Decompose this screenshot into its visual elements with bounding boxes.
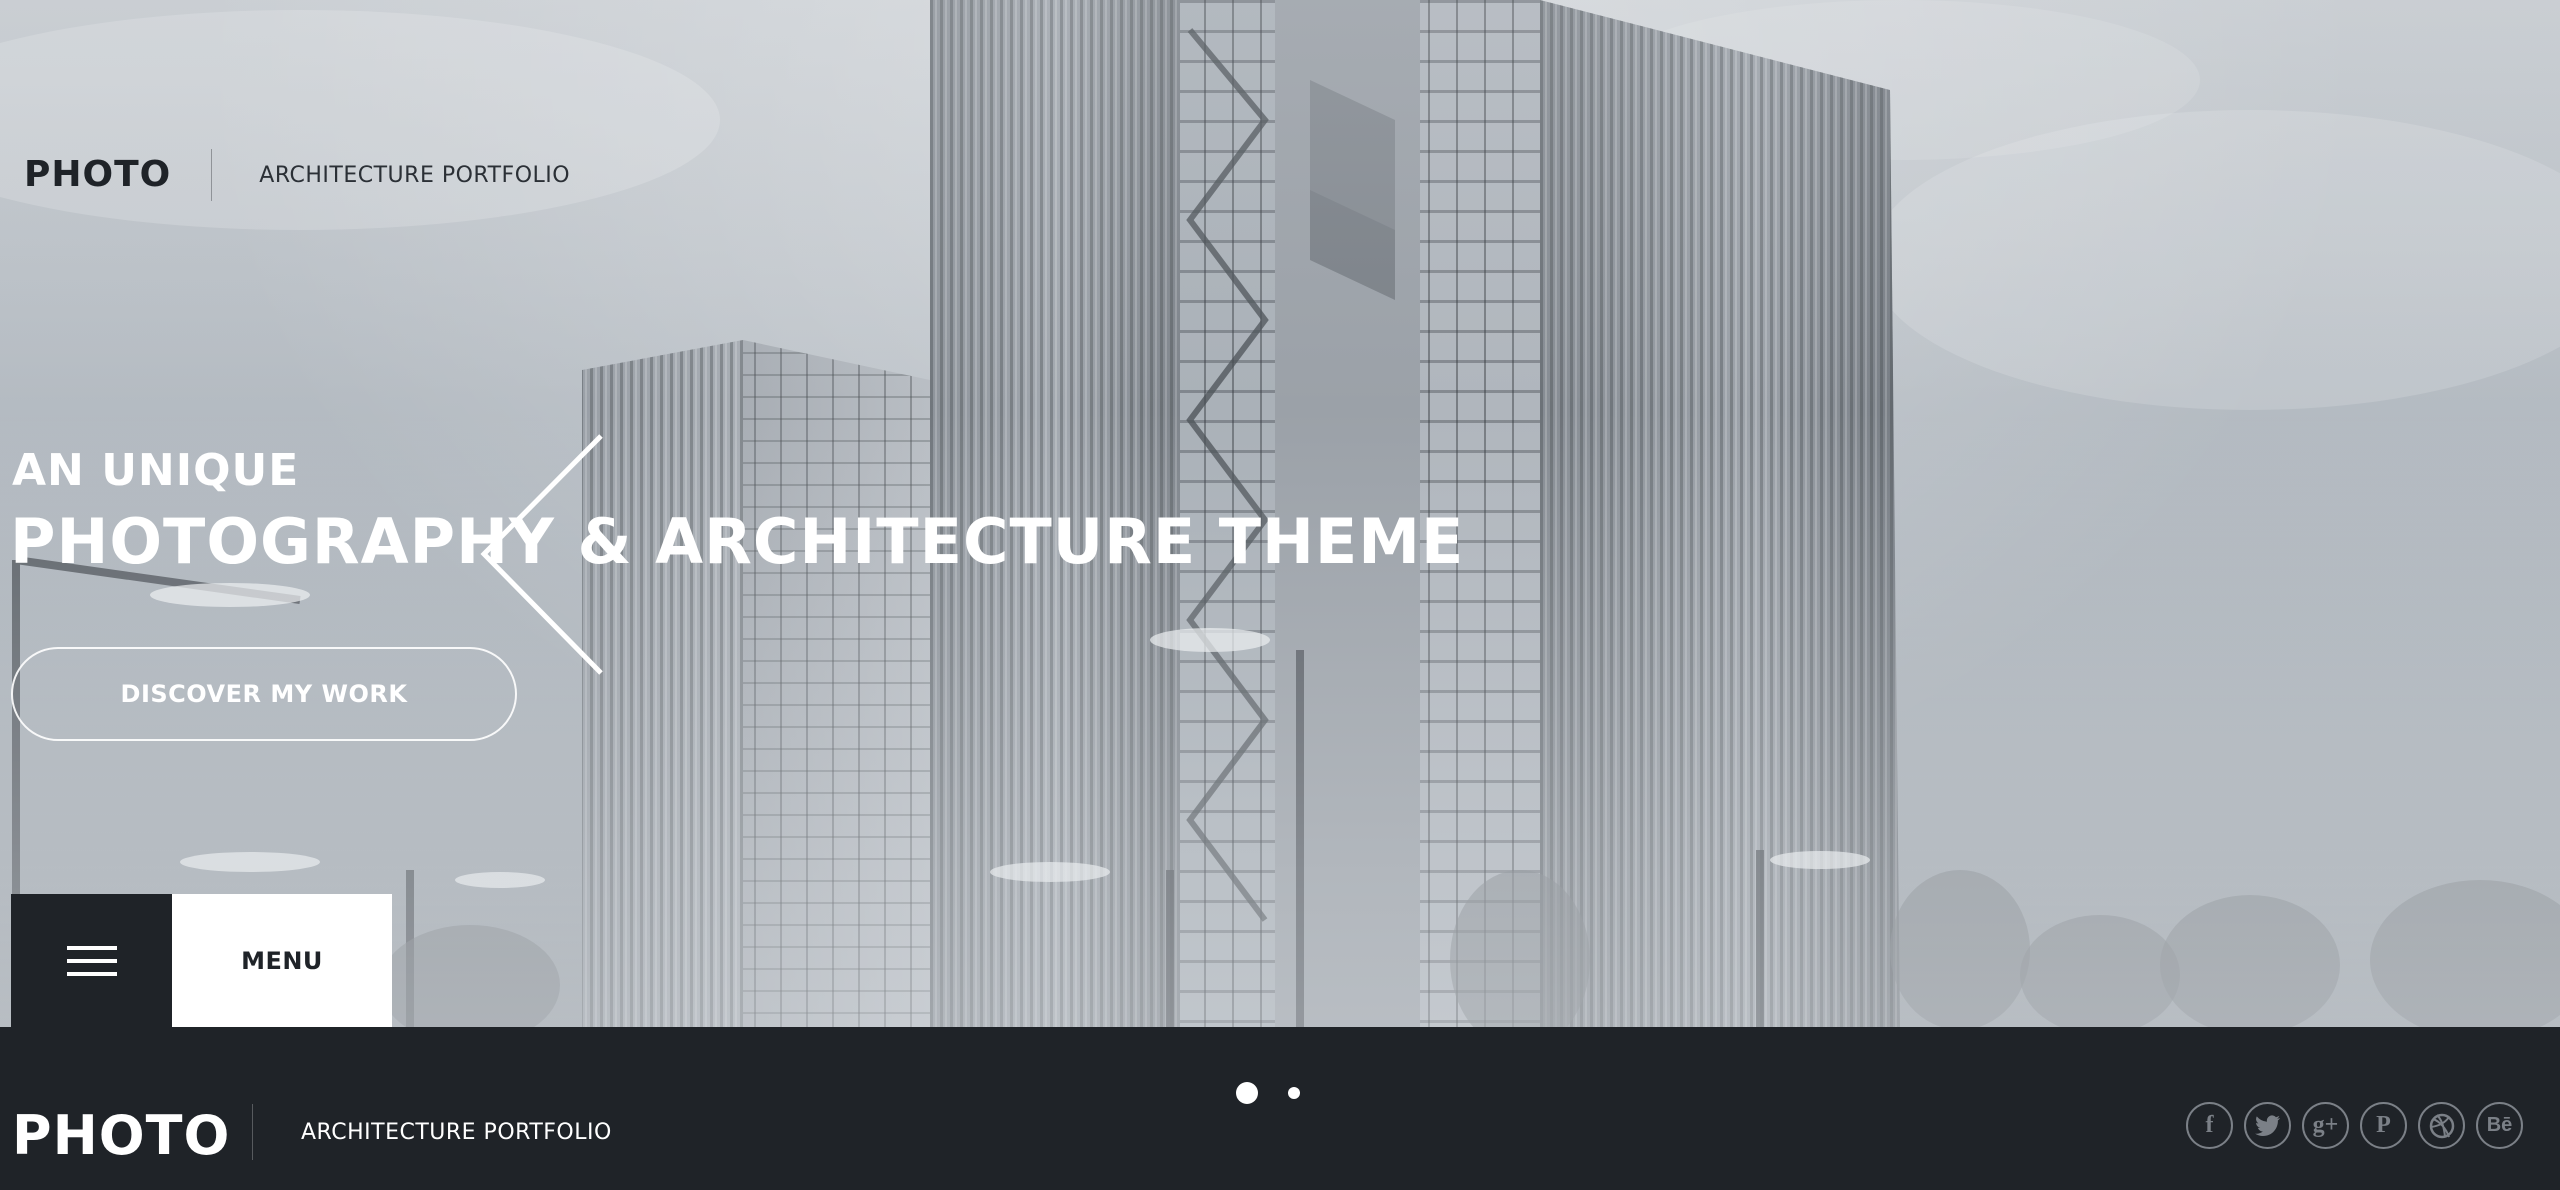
footer-divider bbox=[252, 1104, 253, 1160]
menu-toggle-button[interactable] bbox=[11, 894, 172, 1027]
header-brand: PHOTO ARCHITECTURE PORTFOLIO bbox=[24, 149, 571, 201]
header-tagline: ARCHITECTURE PORTFOLIO bbox=[259, 162, 571, 188]
pinterest-icon[interactable]: P bbox=[2360, 1102, 2407, 1149]
footer-bar bbox=[0, 1027, 2560, 1190]
page: PHOTO ARCHITECTURE PORTFOLIO AN UNIQUE P… bbox=[0, 0, 2560, 1190]
menu-button[interactable]: MENU bbox=[172, 894, 392, 1027]
twitter-icon[interactable] bbox=[2244, 1102, 2291, 1149]
hero-title: PHOTOGRAPHY & ARCHITECTURE THEME bbox=[10, 505, 1465, 578]
discover-work-button[interactable]: DISCOVER MY WORK bbox=[11, 647, 517, 741]
hero-subtitle: AN UNIQUE bbox=[12, 445, 300, 496]
social-links: f g+ P Bē bbox=[2186, 1102, 2523, 1149]
behance-icon[interactable]: Bē bbox=[2476, 1102, 2523, 1149]
google-plus-icon[interactable]: g+ bbox=[2302, 1102, 2349, 1149]
hamburger-icon bbox=[66, 945, 117, 976]
slider-pagination bbox=[1236, 1082, 1300, 1104]
header-logo[interactable]: PHOTO bbox=[24, 149, 213, 201]
chevron-left-icon[interactable] bbox=[476, 432, 606, 677]
dribbble-icon[interactable] bbox=[2418, 1102, 2465, 1149]
footer-tagline: ARCHITECTURE PORTFOLIO bbox=[301, 1120, 612, 1145]
facebook-icon[interactable]: f bbox=[2186, 1102, 2233, 1149]
slide-dot-1[interactable] bbox=[1236, 1082, 1258, 1104]
hero-section: PHOTO ARCHITECTURE PORTFOLIO AN UNIQUE P… bbox=[0, 0, 2560, 1027]
slide-dot-2[interactable] bbox=[1288, 1087, 1300, 1099]
footer-logo[interactable]: PHOTO bbox=[12, 1104, 230, 1168]
